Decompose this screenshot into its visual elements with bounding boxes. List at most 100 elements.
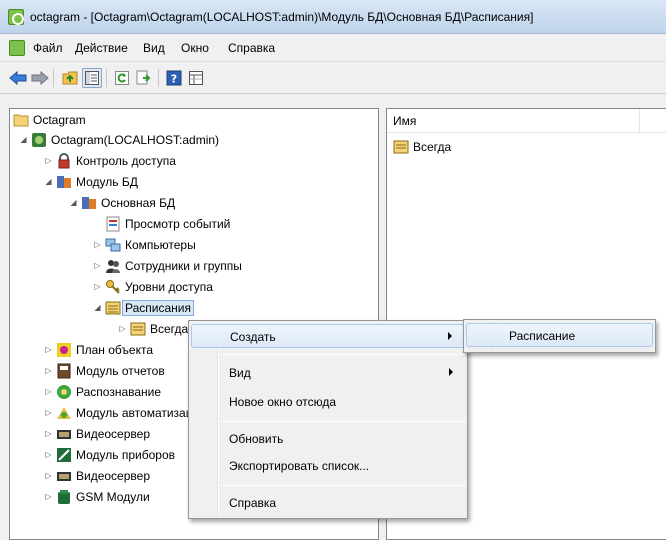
menu-file[interactable]: Файл xyxy=(33,41,63,55)
toolbar-separator xyxy=(53,69,54,87)
tree-node-label: Распознавание xyxy=(76,384,162,399)
menu-view[interactable]: Вид xyxy=(143,41,165,55)
menu-item-schedule[interactable]: Расписание xyxy=(466,323,653,347)
expand-icon[interactable]: ▷ xyxy=(93,240,102,249)
tree-node-staff-groups[interactable]: ▷ Сотрудники и группы xyxy=(94,255,242,276)
tree-node-label: GSM Модули xyxy=(76,489,150,504)
expand-icon[interactable]: ▷ xyxy=(44,387,53,396)
list-item[interactable]: Всегда xyxy=(393,139,451,155)
schedule-icon xyxy=(105,301,121,314)
help-icon[interactable]: ? xyxy=(164,68,184,88)
tree-node-label: Видеосервер xyxy=(76,426,150,441)
column-header-name[interactable]: Имя xyxy=(393,114,416,128)
menu-item-label: Экспортировать список... xyxy=(229,459,370,473)
tree-node-computers[interactable]: ▷ Компьютеры xyxy=(94,234,196,255)
tree-node-recognition[interactable]: ▷ Распознавание xyxy=(45,381,162,402)
recognition-icon xyxy=(57,384,71,399)
expand-icon[interactable]: ▷ xyxy=(44,492,53,501)
menu-item-view[interactable]: Вид xyxy=(191,361,465,385)
document-icon[interactable] xyxy=(9,40,25,56)
menu-action[interactable]: Действие xyxy=(75,41,128,55)
expand-icon[interactable]: ▷ xyxy=(93,261,102,270)
menu-help[interactable]: Справка xyxy=(228,41,275,55)
toolbar-separator xyxy=(106,69,107,87)
computers-icon xyxy=(105,238,121,251)
refresh-icon[interactable] xyxy=(112,68,132,88)
collapse-icon[interactable]: ◢ xyxy=(44,177,53,186)
menu-item-create[interactable]: Создать xyxy=(191,324,465,348)
tree-node-label: Модуль приборов xyxy=(76,447,176,462)
tree-node-reports[interactable]: ▷ Модуль отчетов xyxy=(45,360,165,381)
menu-item-export-list[interactable]: Экспортировать список... xyxy=(191,454,465,478)
video-server-icon xyxy=(57,429,71,439)
show-tree-icon[interactable] xyxy=(82,68,102,88)
expand-icon[interactable]: ▷ xyxy=(44,471,53,480)
tree-node-label: Контроль доступа xyxy=(76,153,176,168)
menu-item-refresh[interactable]: Обновить xyxy=(191,427,465,451)
expand-icon[interactable]: ▷ xyxy=(93,282,102,291)
tree-node-label: Уровни доступа xyxy=(125,279,213,294)
tree-node-octagram-root[interactable]: Octagram xyxy=(13,109,86,130)
event-viewer-icon xyxy=(106,216,120,231)
tree-node-event-viewer[interactable]: Просмотр событий xyxy=(105,213,230,234)
expand-icon[interactable]: ▷ xyxy=(44,156,53,165)
menu-item-label: Вид xyxy=(229,366,251,380)
tree-node-label: Видеосервер xyxy=(76,468,150,483)
create-submenu: Расписание xyxy=(463,319,656,353)
tree-node-access-levels[interactable]: ▷ Уровни доступа xyxy=(94,276,213,297)
export-icon[interactable] xyxy=(134,68,154,88)
expand-icon[interactable]: ▷ xyxy=(44,408,53,417)
toolbar: ? xyxy=(0,62,666,94)
tree-node-automation[interactable]: ▷ Модуль автоматизации xyxy=(45,402,206,423)
tree-node-label: Расписания xyxy=(122,299,194,316)
tree-node-db-module[interactable]: ◢ Модуль БД xyxy=(45,171,138,192)
details-icon[interactable] xyxy=(186,68,206,88)
menu-window[interactable]: Окно xyxy=(181,41,209,55)
server-icon xyxy=(32,132,46,147)
expand-icon[interactable]: ▷ xyxy=(44,450,53,459)
collapse-icon[interactable]: ◢ xyxy=(19,135,28,144)
tree-node-label: Модуль отчетов xyxy=(76,363,165,378)
collapse-icon[interactable]: ◢ xyxy=(93,303,102,312)
tree-node-label: Основная БД xyxy=(101,195,176,210)
tree-node-always[interactable]: ▷ Всегда xyxy=(119,318,189,339)
schedule-item-icon xyxy=(393,140,409,154)
menu-separator xyxy=(220,485,465,486)
column-header[interactable]: Имя xyxy=(387,109,666,133)
tree-node-label: Всегда xyxy=(150,321,189,336)
tree-node-main-db[interactable]: ◢ Основная БД xyxy=(70,192,176,213)
tree-node-access-control[interactable]: ▷ Контроль доступа xyxy=(45,150,176,171)
collapse-icon[interactable]: ◢ xyxy=(69,198,78,207)
tree-node-gsm[interactable]: ▷ GSM Модули xyxy=(45,486,150,507)
expand-icon[interactable]: ▷ xyxy=(44,345,53,354)
tree-node-label: Модуль БД xyxy=(76,174,138,189)
menu-item-help[interactable]: Справка xyxy=(191,491,465,515)
forward-arrow-icon[interactable] xyxy=(30,68,50,88)
tree-node-video-server-2[interactable]: ▷ Видеосервер xyxy=(45,465,150,486)
tree-node-label: План объекта xyxy=(76,342,154,357)
keys-icon xyxy=(106,279,120,294)
expand-icon[interactable]: ▷ xyxy=(44,429,53,438)
expand-icon[interactable]: ▷ xyxy=(118,324,127,333)
column-separator[interactable] xyxy=(639,109,640,133)
tree-node-label: Сотрудники и группы xyxy=(125,258,242,273)
gsm-icon xyxy=(58,489,70,504)
database-icon xyxy=(82,196,96,209)
tree-node-label: Компьютеры xyxy=(125,237,196,252)
app-icon[interactable] xyxy=(8,9,24,25)
expand-icon[interactable]: ▷ xyxy=(44,366,53,375)
tree-node-floor-plan[interactable]: ▷ План объекта xyxy=(45,339,154,360)
tree-node-label: Octagram(LOCALHOST:admin) xyxy=(51,132,220,147)
tree-node-server[interactable]: ◢ Octagram(LOCALHOST:admin) xyxy=(20,129,220,150)
tree-node-video-server[interactable]: ▷ Видеосервер xyxy=(45,423,150,444)
tree-node-devices[interactable]: ▷ Модуль приборов xyxy=(45,444,176,465)
submenu-arrow-icon xyxy=(448,332,452,340)
tree-node-schedules[interactable]: ◢ Расписания xyxy=(94,297,194,318)
up-folder-icon[interactable] xyxy=(60,68,80,88)
list-item-label: Всегда xyxy=(413,140,452,154)
svg-text:?: ? xyxy=(171,73,177,86)
back-arrow-icon[interactable] xyxy=(8,68,28,88)
reports-icon xyxy=(57,363,71,378)
devices-icon xyxy=(57,447,71,462)
menu-item-new-window[interactable]: Новое окно отсюда xyxy=(191,390,465,414)
